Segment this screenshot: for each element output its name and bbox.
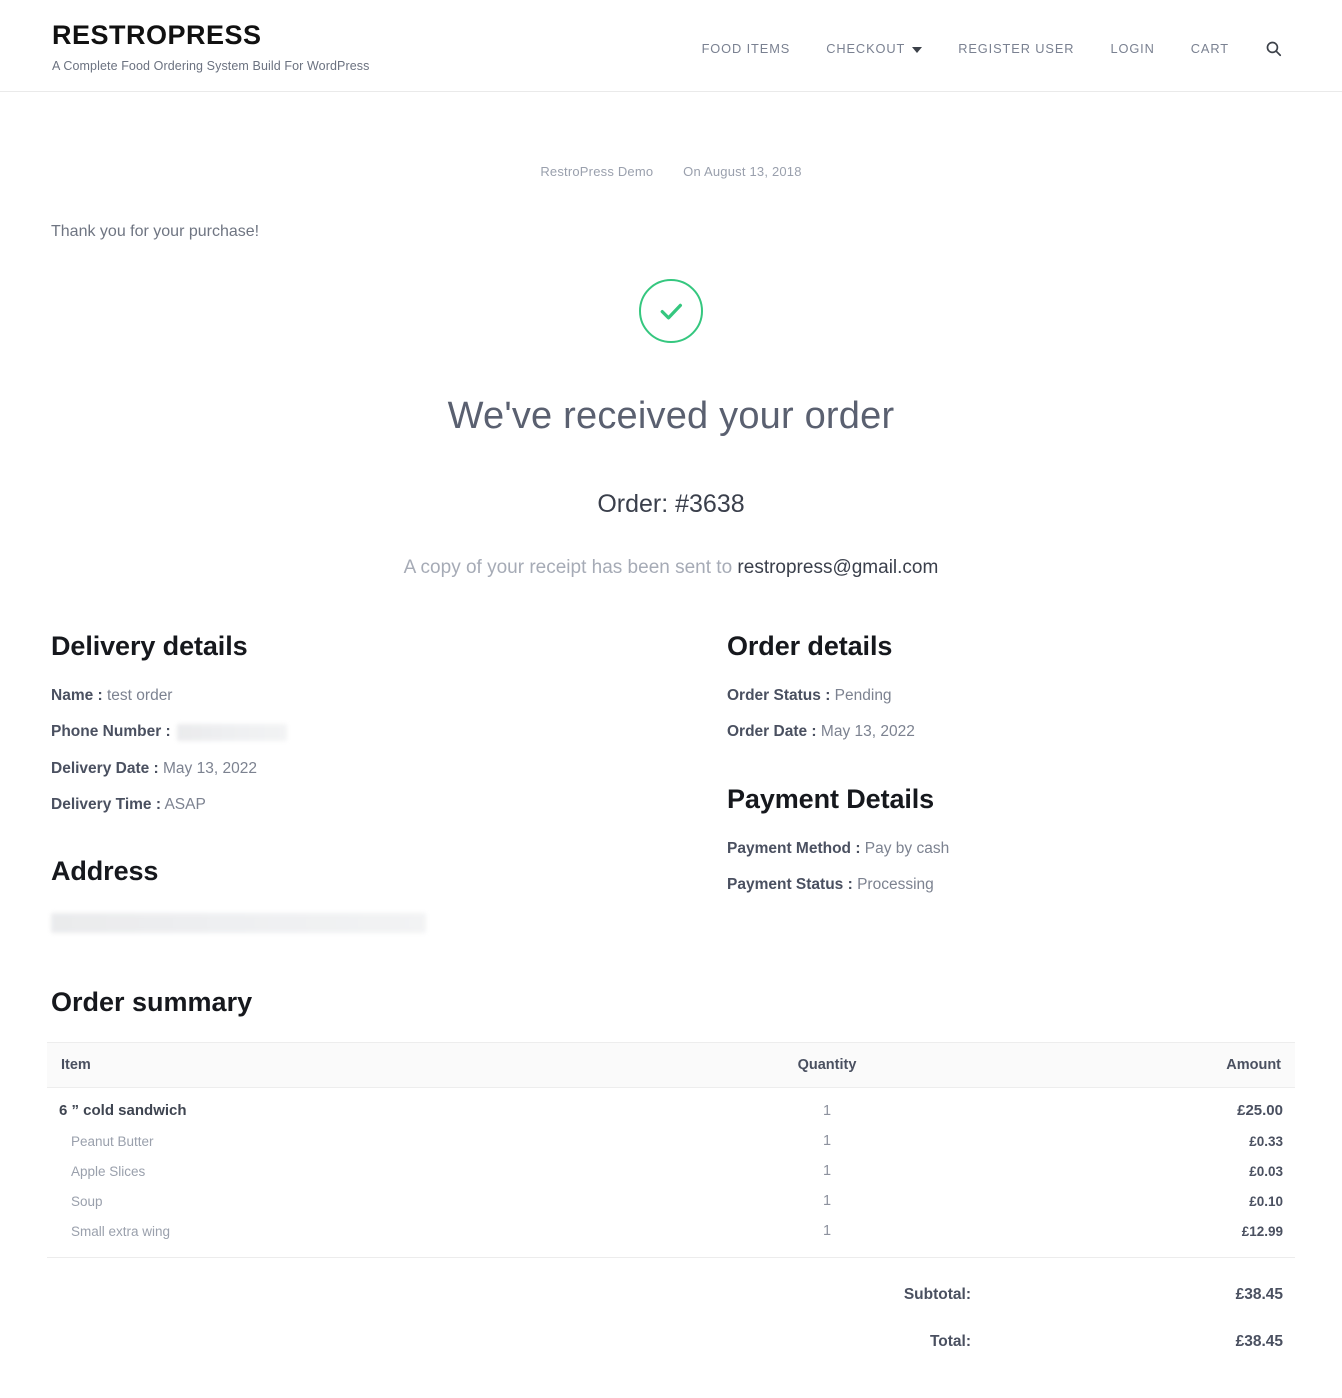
cell-item: Small extra wing [71,1223,171,1239]
table-row: Peanut Butter 1 £0.33 [47,1126,1295,1156]
chevron-down-icon [912,46,923,53]
cell-quantity: 1 [822,1102,832,1119]
cell-quantity: 1 [822,1223,832,1239]
check-circle-icon [639,279,703,343]
entry-author: RestroPress Demo [540,164,654,179]
cell-amount: £0.33 [1249,1133,1283,1149]
field-order-status: Order Status : Pending [727,684,1291,707]
subtotal-value: £38.45 [983,1257,1295,1311]
brand[interactable]: RESTROPRESS A Complete Food Ordering Sys… [52,18,370,73]
details-section: Delivery details Name : test order Phone… [47,631,1295,933]
entry-date: On August 13, 2018 [683,164,802,179]
success-indicator [47,279,1295,343]
delivery-details-title: Delivery details [51,631,248,661]
subtotal-spacer [47,1257,671,1311]
nav-item-register-user[interactable]: REGISTER USER [940,37,1092,60]
cell-quantity: 1 [822,1133,832,1149]
cell-amount: £25.00 [1237,1102,1283,1119]
field-value: May 13, 2022 [163,759,257,777]
address-title: Address [51,856,159,886]
payment-details-title: Payment Details [727,783,935,814]
cell-amount: £12.99 [1241,1223,1283,1239]
nav-label: FOOD ITEMS [701,41,791,56]
receipt-email: restropress@gmail.com [737,557,939,578]
field-label: Phone Number : [51,723,171,741]
field-phone-number: Phone Number : [51,720,671,743]
nav-item-cart[interactable]: CART [1173,37,1247,60]
main-nav: FOOD ITEMS CHECKOUT REGISTER USER LOGIN … [684,18,1290,61]
table-row: Soup 1 £0.10 [47,1186,1295,1216]
table-row: Apple Slices 1 £0.03 [47,1156,1295,1186]
receipt-notice: A copy of your receipt has been sent to … [47,557,1295,579]
order-details-title: Order details [727,631,893,661]
table-header-row: Item Quantity Amount [47,1042,1295,1088]
field-delivery-time: Delivery Time : ASAP [51,793,671,816]
cell-quantity: 1 [822,1193,832,1209]
nav-item-login[interactable]: LOGIN [1092,37,1172,60]
field-payment-status: Payment Status : Processing [727,873,1291,896]
cell-item: Apple Slices [71,1163,146,1179]
total-spacer [47,1311,671,1358]
cell-amount: £0.03 [1249,1163,1283,1179]
column-header-quantity: Quantity [671,1042,983,1088]
redacted-address [51,913,426,933]
page-content: RestroPress Demo On August 13, 2018 Than… [47,92,1295,1398]
search-icon [1266,41,1282,57]
order-details-column: Order details Order Status : Pending Ord… [671,631,1291,933]
entry-meta: RestroPress Demo On August 13, 2018 [47,92,1295,179]
total-label: Total: [929,1333,971,1350]
nav-label: LOGIN [1110,41,1155,56]
subtotal-label: Subtotal: [671,1257,983,1311]
table-row: 6 ” cold sandwich 1 £25.00 [47,1088,1295,1127]
field-label: Delivery Date : [51,759,159,777]
thank-you-message: Thank you for your purchase! [51,223,260,240]
subtotal-row: Subtotal: £38.45 [47,1257,1295,1311]
cell-quantity: 1 [822,1163,832,1179]
cell-amount: £0.10 [1249,1193,1283,1209]
site-header: RESTROPRESS A Complete Food Ordering Sys… [0,0,1342,92]
nav-item-food-items[interactable]: FOOD ITEMS [684,37,809,60]
nav-item-checkout[interactable]: CHECKOUT [808,37,940,60]
total-value: £38.45 [1235,1333,1283,1350]
field-delivery-date: Delivery Date : May 13, 2022 [51,757,671,780]
nav-label: CART [1190,41,1229,56]
column-header-item: Item [47,1042,671,1088]
field-value: May 13, 2022 [820,723,915,741]
nav-label: CHECKOUT [826,41,906,56]
field-label: Order Status : [727,687,831,704]
nav-label: REGISTER USER [958,41,1075,56]
order-summary-table: Item Quantity Amount 6 ” cold sandwich 1… [47,1042,1295,1358]
field-name: Name : test order [51,684,671,707]
table-row: Small extra wing 1 £12.99 [47,1216,1295,1258]
check-icon [660,303,682,320]
table-body: 6 ” cold sandwich 1 £25.00 Peanut Butter… [47,1088,1295,1359]
redacted-phone-number [177,723,288,741]
cell-item: 6 ” cold sandwich [59,1102,187,1119]
search-button[interactable] [1247,36,1290,61]
receipt-notice-text: A copy of your receipt has been sent to [403,557,738,578]
field-value: Pending [834,687,892,704]
field-value: Pay by cash [864,839,950,857]
field-value: Processing [857,875,934,893]
field-order-date: Order Date : May 13, 2022 [727,720,1291,743]
delivery-details-column: Delivery details Name : test order Phone… [51,631,671,933]
field-value: ASAP [164,795,206,813]
field-label: Delivery Time : [51,795,161,813]
total-row: Total: £38.45 [47,1311,1295,1358]
field-label: Order Date : [727,723,817,741]
brand-tagline: A Complete Food Ordering System Build Fo… [52,58,370,73]
page-title: We've received your order [447,395,895,437]
field-label: Payment Status : [727,875,853,893]
field-payment-method: Payment Method : Pay by cash [727,837,1291,860]
order-summary-title: Order summary [51,987,253,1017]
column-header-amount: Amount [983,1042,1295,1088]
cell-item: Soup [71,1193,103,1209]
order-number: Order: #3638 [597,490,745,518]
field-label: Payment Method : [727,839,861,857]
cell-item: Peanut Butter [71,1133,154,1149]
field-value: test order [107,687,173,704]
table-head: Item Quantity Amount [47,1042,1295,1088]
field-label: Name : [51,687,103,704]
brand-title: RESTROPRESS [52,20,262,50]
